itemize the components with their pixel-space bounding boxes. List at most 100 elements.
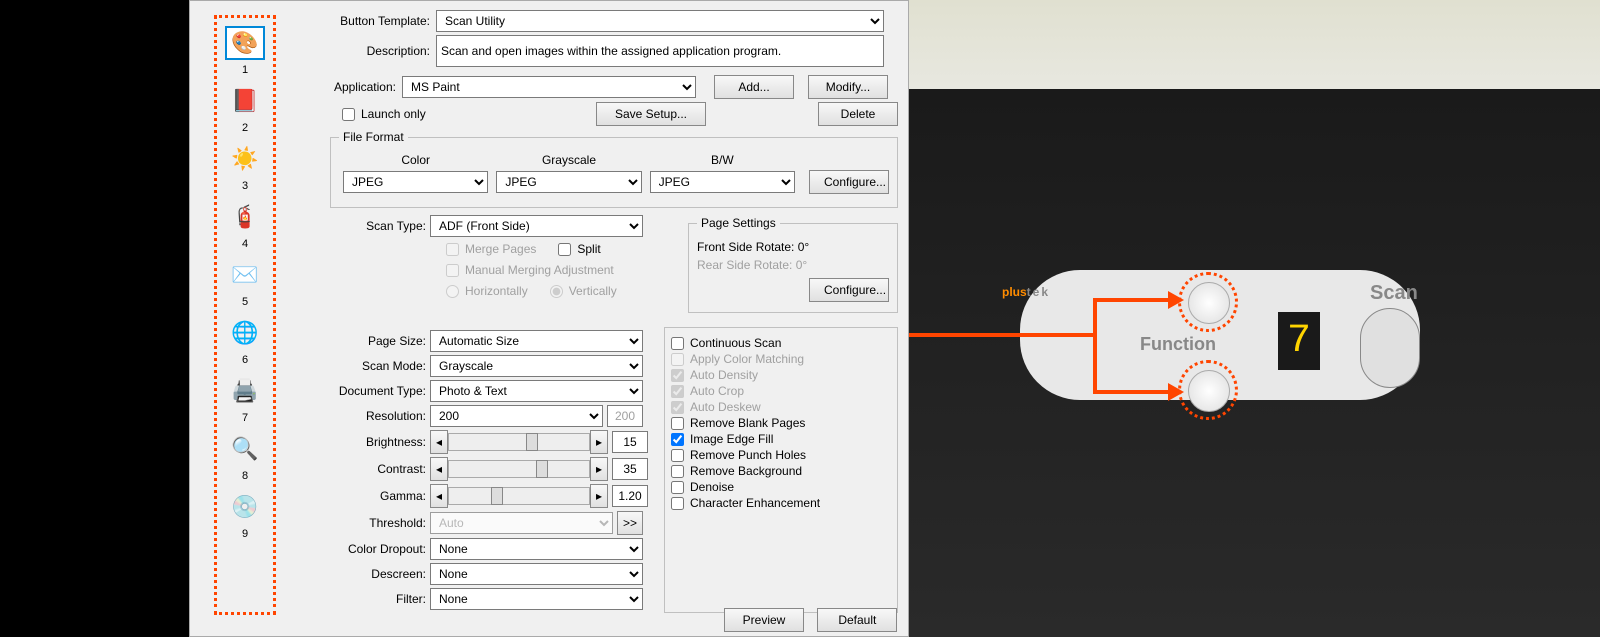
pdf-icon: 📕 xyxy=(225,84,265,118)
delete-button[interactable]: Delete xyxy=(818,102,898,126)
auto-deskew-label: Auto Deskew xyxy=(690,400,761,414)
front-rotate-label: Front Side Rotate: 0° xyxy=(697,240,889,254)
file-format-configure-button[interactable]: Configure... xyxy=(809,170,889,194)
file-format-fieldset: File Format Color Grayscale B/W JPEG JPE… xyxy=(330,130,898,208)
sidebar-item-2[interactable]: 📕2 xyxy=(217,84,273,134)
launch-only-label: Launch only xyxy=(361,107,426,121)
threshold-select: Auto xyxy=(430,512,613,534)
auto-crop-checkbox: Auto Crop xyxy=(671,384,891,398)
auto-deskew-checkbox: Auto Deskew xyxy=(671,400,891,414)
sidebar-item-6[interactable]: 🌐6 xyxy=(217,316,273,366)
gamma-slider[interactable] xyxy=(448,487,590,505)
auto-crop-label: Auto Crop xyxy=(690,384,744,398)
page-settings-configure-button[interactable]: Configure... xyxy=(809,278,889,302)
remove-punch-checkbox[interactable]: Remove Punch Holes xyxy=(671,448,891,462)
denoise-checkbox[interactable]: Denoise xyxy=(671,480,891,494)
gamma-right-button[interactable]: ▸ xyxy=(590,484,608,508)
arrow-to-down-btn xyxy=(1093,390,1173,394)
preview-button[interactable]: Preview xyxy=(724,608,804,632)
gamma-value[interactable] xyxy=(612,485,648,507)
contrast-slider[interactable] xyxy=(448,460,590,478)
sidebar-item-3[interactable]: ☀️ 3 xyxy=(217,142,273,192)
gamma-left-button[interactable]: ◂ xyxy=(430,484,448,508)
sidebar-item-4[interactable]: 🧯4 xyxy=(217,200,273,250)
char-enhance-label: Character Enhancement xyxy=(690,496,820,510)
globe-icon: 🌐 xyxy=(225,316,265,350)
grayscale-format-select[interactable]: JPEG xyxy=(496,171,641,193)
threshold-label: Threshold: xyxy=(330,516,426,530)
button-template-label: Button Template: xyxy=(330,14,430,28)
apply-color-matching-label: Apply Color Matching xyxy=(690,352,804,366)
contrast-value[interactable] xyxy=(612,458,648,480)
sidebar-item-9[interactable]: 💿9 xyxy=(217,490,273,540)
sidebar-item-1[interactable]: 🎨1 xyxy=(217,26,273,76)
scan-mode-label: Scan Mode: xyxy=(330,359,426,373)
apply-color-matching-checkbox: Apply Color Matching xyxy=(671,352,891,366)
manual-merge-checkbox: Manual Merging Adjustment xyxy=(446,263,614,277)
brightness-value[interactable] xyxy=(612,431,648,453)
sidebar-label-3: 3 xyxy=(242,180,248,192)
brand-plus: plus xyxy=(1002,285,1027,299)
color-dropout-select[interactable]: None xyxy=(430,538,643,560)
page-size-select[interactable]: Automatic Size xyxy=(430,330,643,352)
add-button[interactable]: Add... xyxy=(714,75,794,99)
continuous-scan-label: Continuous Scan xyxy=(690,336,781,350)
bw-label: B/W xyxy=(711,153,734,167)
brightness-left-button[interactable]: ◂ xyxy=(430,430,448,454)
auto-density-checkbox: Auto Density xyxy=(671,368,891,382)
button-profile-sidebar: 🎨1 📕2 ☀️3 🧯4 ✉️5 🌐6 🖨️7 🔍8 💿9 xyxy=(214,15,276,615)
contrast-left-button[interactable]: ◂ xyxy=(430,457,448,481)
sidebar-item-5[interactable]: ✉️5 xyxy=(217,258,273,308)
bw-format-select[interactable]: JPEG xyxy=(650,171,795,193)
char-enhance-checkbox[interactable]: Character Enhancement xyxy=(671,496,891,510)
brightness-slider[interactable] xyxy=(448,433,590,451)
filter-label: Filter: xyxy=(330,592,426,606)
sidebar-label-6: 6 xyxy=(242,354,248,366)
sidebar-label-4: 4 xyxy=(242,238,248,250)
launch-only-checkbox[interactable]: Launch only xyxy=(342,107,426,121)
scan-mode-select[interactable]: Grayscale xyxy=(430,355,643,377)
contrast-right-button[interactable]: ▸ xyxy=(590,457,608,481)
contrast-label: Contrast: xyxy=(330,462,426,476)
split-checkbox[interactable]: Split xyxy=(558,242,600,256)
document-type-label: Document Type: xyxy=(330,384,426,398)
gamma-label: Gamma: xyxy=(330,489,426,503)
remove-blank-checkbox[interactable]: Remove Blank Pages xyxy=(671,416,891,430)
save-setup-button[interactable]: Save Setup... xyxy=(596,102,706,126)
description-input[interactable] xyxy=(436,35,884,67)
image-edge-checkbox[interactable]: Image Edge Fill xyxy=(671,432,891,446)
auto-density-label: Auto Density xyxy=(690,368,758,382)
descreen-label: Descreen: xyxy=(330,567,426,581)
image-edge-label: Image Edge Fill xyxy=(690,432,773,446)
resolution-select[interactable]: 200 xyxy=(430,405,603,427)
filter-select[interactable]: None xyxy=(430,588,643,610)
highlight-ring-up xyxy=(1178,272,1238,332)
arrow-vertical xyxy=(1093,300,1097,394)
function-label: Function xyxy=(1140,334,1216,355)
default-button[interactable]: Default xyxy=(817,608,897,632)
descreen-select[interactable]: None xyxy=(430,563,643,585)
vertically-label: Vertically xyxy=(569,284,617,298)
highlight-ring-down xyxy=(1178,360,1238,420)
sun-icon: ☀️ xyxy=(225,142,265,176)
remove-bg-checkbox[interactable]: Remove Background xyxy=(671,464,891,478)
modify-button[interactable]: Modify... xyxy=(808,75,888,99)
resolution-label: Resolution: xyxy=(330,409,426,423)
sidebar-item-7[interactable]: 🖨️7 xyxy=(217,374,273,424)
brightness-label: Brightness: xyxy=(330,435,426,449)
scan-type-select[interactable]: ADF (Front Side) xyxy=(430,215,643,237)
sidebar-label-5: 5 xyxy=(242,296,248,308)
color-format-select[interactable]: JPEG xyxy=(343,171,488,193)
continuous-scan-checkbox[interactable]: Continuous Scan xyxy=(671,336,891,350)
scan-hardware-button[interactable] xyxy=(1360,308,1420,388)
document-type-select[interactable]: Photo & Text xyxy=(430,380,643,402)
brightness-right-button[interactable]: ▸ xyxy=(590,430,608,454)
threshold-expand-button[interactable]: >> xyxy=(617,511,643,535)
vertically-radio: Vertically xyxy=(550,284,617,298)
remove-blank-label: Remove Blank Pages xyxy=(690,416,805,430)
sidebar-item-8[interactable]: 🔍8 xyxy=(217,432,273,482)
button-template-select[interactable]: Scan Utility xyxy=(436,10,884,32)
horizontally-radio: Horizontally xyxy=(446,284,528,298)
tool-icon: 🧯 xyxy=(225,200,265,234)
application-select[interactable]: MS Paint xyxy=(402,76,696,98)
